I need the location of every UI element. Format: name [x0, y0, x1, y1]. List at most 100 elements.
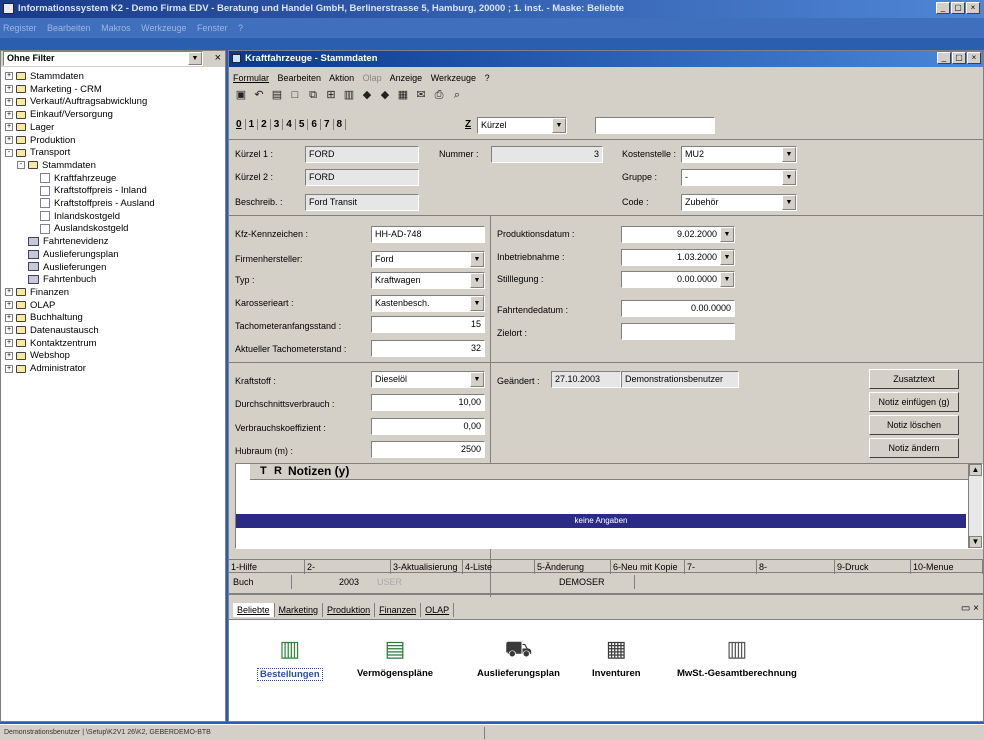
favorite-item[interactable]: ⛟ Auslieferungsplan: [477, 636, 560, 679]
search-input[interactable]: [595, 117, 715, 134]
cmenu-werkzeuge[interactable]: Werkzeuge: [431, 73, 476, 83]
kurzel2-field[interactable]: FORD: [305, 169, 419, 186]
scroll-up-icon[interactable]: ▲: [969, 464, 982, 476]
favorites-tab-olap[interactable]: OLAP: [421, 603, 455, 617]
child-restore-icon[interactable]: ▢: [952, 52, 966, 64]
expand-icon[interactable]: +: [5, 85, 13, 94]
tree-item[interactable]: + Stammdaten: [5, 71, 84, 83]
koeff-field[interactable]: 0,00: [371, 418, 485, 435]
karosserie-select[interactable]: Kastenbesch. ▼: [371, 295, 485, 312]
tree-item[interactable]: Auslandskostgeld: [29, 223, 128, 235]
cmenu-bearbeiten[interactable]: Bearbeiten: [278, 73, 322, 83]
copy-icon[interactable]: ⧉: [305, 87, 321, 103]
cmenu-aktion[interactable]: Aktion: [329, 73, 354, 83]
sort-select[interactable]: Kürzel ▼: [477, 117, 567, 134]
fkey-10[interactable]: 10-Menue: [911, 560, 983, 574]
notiz-aendern-button[interactable]: Notiz ändern: [869, 438, 959, 458]
tree-item[interactable]: + Datenaustausch: [5, 325, 99, 337]
chevron-down-icon[interactable]: ▼: [470, 296, 484, 311]
favorites-close-icon[interactable]: ×: [973, 603, 979, 614]
fahrtende-field[interactable]: 0.00.0000: [621, 300, 735, 317]
nummer-field[interactable]: 3: [491, 146, 603, 163]
notes-col-t[interactable]: T: [260, 464, 267, 479]
inbetr-date[interactable]: 1.03.2000 ▼: [621, 249, 735, 266]
tab-6[interactable]: 6: [308, 119, 321, 130]
chevron-down-icon[interactable]: ▼: [188, 52, 202, 65]
collapse-icon[interactable]: -: [5, 148, 13, 157]
menu-register[interactable]: Register: [3, 23, 37, 33]
print-icon[interactable]: ⎙: [431, 87, 447, 103]
favorites-tab-produktion[interactable]: Produktion: [323, 603, 376, 617]
next-icon[interactable]: ◆: [377, 87, 393, 103]
tree-item[interactable]: + Webshop: [5, 350, 70, 362]
expand-icon[interactable]: +: [5, 351, 13, 360]
favorite-item[interactable]: ▥ MwSt.-Gesamtberechnung: [677, 636, 797, 679]
tree-item[interactable]: + Produktion: [5, 135, 75, 147]
tab-4[interactable]: 4: [283, 119, 296, 130]
favorites-tab-beliebte[interactable]: Beliebte: [233, 603, 275, 617]
tree-item[interactable]: - Stammdaten: [17, 160, 96, 172]
tacho-start-field[interactable]: 15: [371, 316, 485, 333]
typ-select[interactable]: Kraftwagen ▼: [371, 272, 485, 289]
tree-item[interactable]: + Verkauf/Auftragsabwicklung: [5, 96, 147, 108]
minimize-icon[interactable]: _: [936, 2, 950, 14]
chevron-down-icon[interactable]: ▼: [782, 170, 796, 185]
menu-werkzeuge[interactable]: Werkzeuge: [141, 23, 186, 33]
zusatztext-button[interactable]: Zusatztext: [869, 369, 959, 389]
child-close-icon[interactable]: ×: [967, 52, 981, 64]
expand-icon[interactable]: +: [5, 326, 13, 335]
fkey-9[interactable]: 9-Druck: [835, 560, 911, 574]
fkey-3[interactable]: 3-Aktualisierung: [391, 560, 463, 574]
fkey-6[interactable]: 6-Neu mit Kopie: [611, 560, 685, 574]
favorite-item[interactable]: ▤ Vermögenspläne: [357, 636, 433, 679]
fkey-8[interactable]: 8-: [757, 560, 835, 574]
hersteller-select[interactable]: Ford ▼: [371, 251, 485, 268]
hubraum-field[interactable]: 2500: [371, 441, 485, 458]
favorite-item[interactable]: ▥ Bestellungen: [257, 636, 323, 681]
expand-icon[interactable]: +: [5, 72, 13, 81]
chevron-down-icon[interactable]: ▼: [470, 252, 484, 267]
tree-item[interactable]: Fahrtenbuch: [17, 274, 96, 286]
cmenu-formular[interactable]: Formular: [233, 73, 269, 83]
search-icon[interactable]: ⌕: [449, 87, 465, 103]
tree-item[interactable]: Kraftstoffpreis - Inland: [29, 185, 147, 197]
tab-3[interactable]: 3: [271, 119, 284, 130]
expand-icon[interactable]: +: [5, 123, 13, 132]
tab-0[interactable]: 0: [233, 119, 246, 130]
fkey-5[interactable]: 5-Änderung: [535, 560, 611, 574]
filter-select[interactable]: Ohne Filter ▼: [3, 51, 203, 66]
tree-item[interactable]: + Einkauf/Versorgung: [5, 109, 113, 121]
favorites-tab-marketing[interactable]: Marketing: [275, 603, 324, 617]
view-icon[interactable]: ▥: [341, 87, 357, 103]
tree-item[interactable]: - Transport: [5, 147, 70, 159]
tree-item[interactable]: Kraftstoffpreis - Ausland: [29, 198, 155, 210]
kostenstelle-select[interactable]: MU2 ▼: [681, 146, 797, 163]
chevron-down-icon[interactable]: ▼: [782, 147, 796, 162]
tree-item[interactable]: Inlandskostgeld: [29, 211, 120, 223]
expand-icon[interactable]: +: [5, 97, 13, 106]
undo-icon[interactable]: ↶: [251, 87, 267, 103]
restore-icon[interactable]: ▢: [951, 2, 965, 14]
expand-icon[interactable]: +: [5, 339, 13, 348]
tree-item[interactable]: + Lager: [5, 122, 54, 134]
notes-scrollbar[interactable]: ▲ ▼: [968, 464, 982, 548]
menu-bearbeiten[interactable]: Bearbeiten: [47, 23, 91, 33]
notes-col-notizen[interactable]: Notizen (y): [288, 464, 349, 479]
notiz-einfuegen-button[interactable]: Notiz einfügen (g): [869, 392, 959, 412]
chevron-down-icon[interactable]: ▼: [470, 372, 484, 387]
kfz-field[interactable]: HH-AD-748: [371, 226, 485, 243]
favorites-tab-finanzen[interactable]: Finanzen: [375, 603, 422, 617]
filter-icon[interactable]: ⊞: [323, 87, 339, 103]
favorite-item[interactable]: ▦ Inventuren: [592, 636, 641, 679]
cmenu-olap[interactable]: Olap: [363, 73, 382, 83]
chevron-down-icon[interactable]: ▼: [470, 273, 484, 288]
tree-item[interactable]: Fahrtenevidenz: [17, 236, 108, 248]
expand-icon[interactable]: +: [5, 364, 13, 373]
fkey-2[interactable]: 2-: [305, 560, 391, 574]
tree-item[interactable]: + Buchhaltung: [5, 312, 83, 324]
notes-col-r[interactable]: R: [274, 464, 282, 479]
menu-makros[interactable]: Makros: [101, 23, 131, 33]
tab-5[interactable]: 5: [296, 119, 309, 130]
previous-icon[interactable]: ◆: [359, 87, 375, 103]
tree-item[interactable]: + Administrator: [5, 363, 86, 375]
